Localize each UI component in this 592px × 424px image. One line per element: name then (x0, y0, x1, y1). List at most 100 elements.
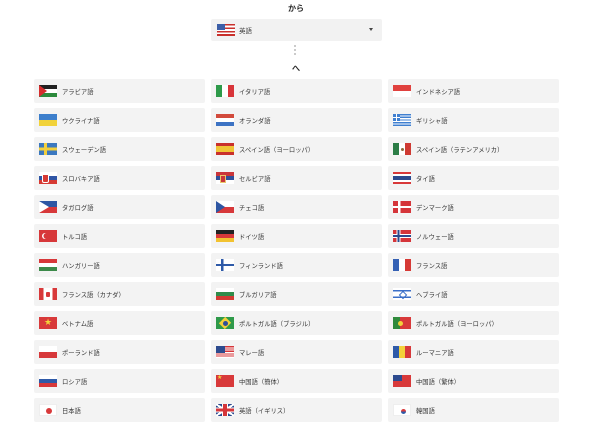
gr-flag-icon (393, 114, 411, 126)
language-option[interactable]: スペイン語（ヨーロッパ） (211, 137, 382, 161)
language-option-label: ドイツ語 (239, 233, 265, 241)
language-option-label: 英語（イギリス） (239, 407, 290, 415)
source-language-label: 英語 (239, 27, 252, 35)
language-option-label: タイ語 (416, 175, 435, 183)
tw-flag-icon (393, 375, 411, 387)
language-option[interactable]: ノルウェー語 (388, 224, 559, 248)
language-option[interactable]: マレー語 (211, 340, 382, 364)
language-option[interactable]: タガログ語 (34, 195, 205, 219)
language-option-label: ロシア語 (62, 378, 88, 386)
language-option-label: スペイン語（ラテンアメリカ） (416, 146, 504, 154)
language-option[interactable]: ドイツ語 (211, 224, 382, 248)
language-option-label: タガログ語 (62, 204, 94, 212)
connector-dots (294, 45, 297, 57)
cn-flag-icon (216, 375, 234, 387)
language-option-label: ハンガリー語 (62, 262, 100, 270)
ru-flag-icon (39, 375, 57, 387)
language-option-label: ヘブライ語 (416, 291, 448, 299)
language-option-label: ポルトガル語（ヨーロッパ） (416, 320, 498, 328)
pl-flag-icon (39, 346, 57, 358)
br-flag-icon (216, 317, 234, 329)
language-option[interactable]: スペイン語（ラテンアメリカ） (388, 137, 559, 161)
language-option-label: マレー語 (239, 349, 265, 357)
language-option-label: ウクライナ語 (62, 117, 100, 125)
dk-flag-icon (393, 201, 411, 213)
language-option[interactable]: ハンガリー語 (34, 253, 205, 277)
ps-flag-icon (39, 85, 57, 97)
language-option[interactable]: 日本語 (34, 398, 205, 422)
language-option[interactable]: ポーランド語 (34, 340, 205, 364)
language-option[interactable]: 中国語（繁体） (388, 369, 559, 393)
no-flag-icon (393, 230, 411, 242)
language-option-label: スウェーデン語 (62, 146, 107, 154)
cz-flag-icon (216, 201, 234, 213)
kr-flag-icon (393, 404, 411, 416)
language-option[interactable]: 英語（イギリス） (211, 398, 382, 422)
target-language-grid: アラビア語 イタリア語 インドネシア語ウクライナ語 オランダ語 ギリシャ語スウェーデン語… (34, 79, 559, 422)
language-option-label: 日本語 (62, 407, 81, 415)
fr-flag-icon (393, 259, 411, 271)
language-option[interactable]: セルビア語 (211, 166, 382, 190)
language-option[interactable]: 韓国語 (388, 398, 559, 422)
language-option[interactable]: タイ語 (388, 166, 559, 190)
language-option-label: イタリア語 (239, 88, 271, 96)
language-option-label: 韓国語 (416, 407, 435, 415)
language-option[interactable]: チェコ語 (211, 195, 382, 219)
fi-flag-icon (216, 259, 234, 271)
language-option[interactable]: イタリア語 (211, 79, 382, 103)
language-option[interactable]: ポルトガル語（ブラジル） (211, 311, 382, 335)
it-flag-icon (216, 85, 234, 97)
language-option[interactable]: フィンランド語 (211, 253, 382, 277)
language-option-label: フランス語 (416, 262, 448, 270)
ro-flag-icon (393, 346, 411, 358)
language-option[interactable]: デンマーク語 (388, 195, 559, 219)
dropdown-caret-icon (369, 28, 373, 31)
language-option-label: ブルガリア語 (239, 291, 277, 299)
language-option[interactable]: ウクライナ語 (34, 108, 205, 132)
language-option[interactable]: ベトナム語 (34, 311, 205, 335)
language-option-label: スロバキア語 (62, 175, 100, 183)
language-option[interactable]: トルコ語 (34, 224, 205, 248)
language-option[interactable]: ブルガリア語 (211, 282, 382, 306)
language-option[interactable]: 中国語（簡体） (211, 369, 382, 393)
es-flag-icon (216, 143, 234, 155)
language-option[interactable]: フランス語 (388, 253, 559, 277)
to-label: へ (292, 64, 300, 73)
nl-flag-icon (216, 114, 234, 126)
language-option[interactable]: スロバキア語 (34, 166, 205, 190)
jp-flag-icon (39, 404, 57, 416)
us-flag-icon (217, 24, 235, 36)
language-option-label: チェコ語 (239, 204, 265, 212)
language-option[interactable]: ロシア語 (34, 369, 205, 393)
language-option-label: フィンランド語 (239, 262, 283, 270)
mx-flag-icon (393, 143, 411, 155)
vn-flag-icon (39, 317, 57, 329)
language-option[interactable]: インドネシア語 (388, 79, 559, 103)
language-option-label: オランダ語 (239, 117, 271, 125)
id-flag-icon (393, 85, 411, 97)
language-option[interactable]: アラビア語 (34, 79, 205, 103)
bg-flag-icon (216, 288, 234, 300)
language-option[interactable]: ギリシャ語 (388, 108, 559, 132)
language-option-label: インドネシア語 (416, 88, 461, 96)
source-language-select[interactable]: 英語 (211, 19, 382, 41)
se-flag-icon (39, 143, 57, 155)
il-flag-icon (393, 288, 411, 300)
language-option[interactable]: フランス語（カナダ） (34, 282, 205, 306)
language-option-label: セルビア語 (239, 175, 271, 183)
pt-flag-icon (393, 317, 411, 329)
sk-flag-icon (39, 172, 57, 184)
language-option-label: デンマーク語 (416, 204, 454, 212)
my-flag-icon (216, 346, 234, 358)
tr-flag-icon (39, 230, 57, 242)
language-option[interactable]: オランダ語 (211, 108, 382, 132)
language-option-label: フランス語（カナダ） (62, 291, 125, 299)
ph-flag-icon (39, 201, 57, 213)
language-option[interactable]: スウェーデン語 (34, 137, 205, 161)
language-option[interactable]: ポルトガル語（ヨーロッパ） (388, 311, 559, 335)
gb-flag-icon (216, 404, 234, 416)
language-option-label: 中国語（簡体） (239, 378, 284, 386)
language-option[interactable]: ルーマニア語 (388, 340, 559, 364)
language-option-label: スペイン語（ヨーロッパ） (239, 146, 315, 154)
language-option[interactable]: ヘブライ語 (388, 282, 559, 306)
